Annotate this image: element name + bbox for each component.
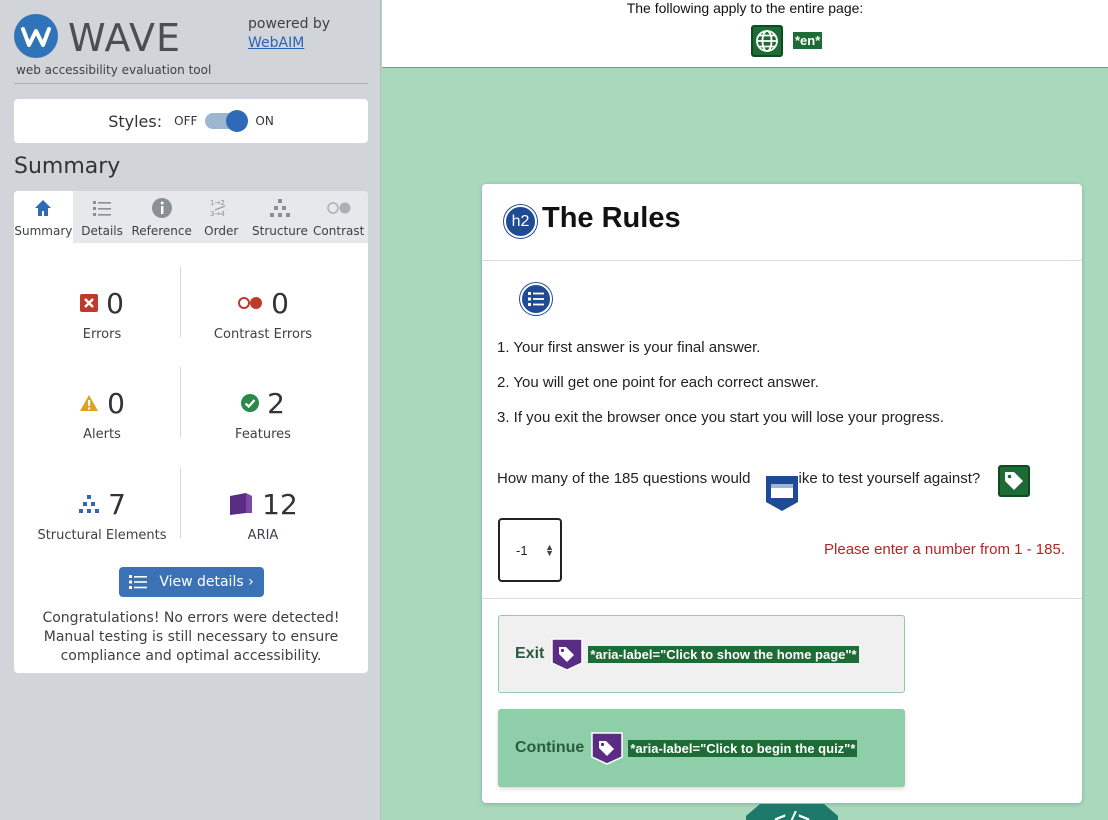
structural-label: Structural Elements (37, 528, 167, 543)
tab-reference[interactable]: Reference (131, 191, 192, 243)
divider (482, 598, 1082, 599)
tab-label: Contrast (313, 224, 365, 238)
wave-logo-text: WAVE (68, 16, 182, 60)
view-details-button[interactable]: View details › (119, 567, 264, 597)
contrast-icon (309, 195, 368, 221)
styles-label: Styles: (108, 111, 163, 131)
label-tag-icon[interactable] (998, 465, 1030, 497)
styles-off-label: OFF (174, 114, 198, 128)
continue-button[interactable]: Continue *aria-label="Click to begin the… (498, 709, 905, 787)
form-icon[interactable] (765, 475, 799, 512)
view-details-label: View details › (159, 574, 254, 590)
question-count-input[interactable]: -1 ▲ ▼ (498, 518, 562, 582)
tab-structure[interactable]: Structure (251, 191, 310, 243)
stat-alerts[interactable]: 0 Alerts (19, 383, 185, 442)
language-tag: *en* (793, 32, 823, 49)
features-label: Features (235, 427, 291, 442)
rule-item: 3. If you exit the browser once you star… (497, 409, 944, 426)
spinner-arrows-icon[interactable]: ▲ ▼ (545, 543, 554, 558)
page-level-bar: The following apply to the entire page: … (382, 0, 1108, 68)
aria-label-icon[interactable] (590, 731, 624, 765)
info-icon (131, 195, 191, 221)
styles-on-label: ON (255, 114, 274, 128)
errors-label: Errors (82, 327, 122, 342)
tab-order[interactable]: 1→2 3→4 Order (192, 191, 251, 243)
summary-title: Summary (14, 154, 121, 179)
svg-text:3→4: 3→4 (210, 210, 225, 218)
webaim-link[interactable]: WebAIM (248, 35, 304, 51)
styles-toggle[interactable] (205, 110, 249, 132)
powered-by-text: powered by (248, 16, 331, 32)
contrast-errors-count: 0 (271, 286, 289, 320)
powered-by: powered by WebAIM (248, 15, 330, 53)
continue-label: Continue (515, 739, 585, 756)
aria-label-tag: *aria-label="Click to begin the quiz"* (628, 739, 858, 757)
details-list-icon (73, 195, 132, 221)
errors-count: 0 (106, 286, 124, 320)
features-count: 2 (267, 386, 285, 420)
tab-label: Structure (252, 224, 308, 238)
alerts-label: Alerts (83, 427, 121, 442)
aria-icon (228, 492, 254, 516)
aria-label-icon[interactable] (550, 637, 584, 671)
rule-item: 2. You will get one point for each corre… (497, 374, 819, 391)
alerts-count: 0 (107, 386, 125, 420)
wave-logo-icon (14, 14, 58, 58)
order-icon: 1→2 3→4 (192, 195, 251, 221)
summary-stats: 0 Errors 0 Contrast Errors 0 Alerts 2 Fe… (14, 243, 368, 553)
ordered-list-icon[interactable] (520, 283, 552, 315)
card-header: h2 The Rules (482, 184, 1082, 261)
styles-toggle-box: Styles: OFF ON (14, 99, 368, 143)
svg-text:</>: </> (774, 807, 810, 820)
feature-icon (241, 394, 260, 412)
tab-label: Order (204, 224, 239, 238)
tab-details[interactable]: Details (73, 191, 132, 243)
stat-contrast-errors[interactable]: 0 Contrast Errors (180, 283, 346, 343)
error-icon (80, 294, 99, 312)
svg-text:1→2: 1→2 (210, 199, 225, 207)
aria-label-tag: *aria-label="Click to show the home page… (588, 645, 859, 663)
contrast-error-icon (237, 296, 263, 310)
rules-card: h2 The Rules 1. Your first answer is you… (482, 184, 1082, 803)
question-text-left: How many of the 185 questions would (497, 470, 751, 487)
page-title: The Rules (542, 202, 681, 234)
heading-h2-icon[interactable]: h2 (504, 205, 537, 238)
aria-count: 12 (262, 487, 298, 521)
question-label: How many of the 185 questions would ike t… (497, 470, 980, 487)
summary-panel: Summary Details Reference 1→2 3→4 Order S… (14, 191, 368, 673)
stat-aria[interactable]: 12 ARIA (180, 484, 346, 543)
tab-summary[interactable]: Summary (14, 191, 73, 243)
divider (14, 83, 368, 84)
tab-label: Summary (14, 224, 73, 238)
page-level-message: The following apply to the entire page: (626, 0, 864, 16)
question-text-right: ike to test yourself against? (798, 470, 981, 487)
wave-sidebar: WAVE web accessibility evaluation tool p… (0, 0, 381, 820)
stat-structural-elements[interactable]: 7 Structural Elements (19, 484, 185, 544)
language-globe-icon[interactable] (751, 25, 783, 57)
congrats-message: Congratulations! No errors were detected… (42, 610, 340, 664)
tab-label: Details (81, 224, 123, 238)
home-icon (14, 195, 73, 221)
structural-icon (78, 494, 100, 514)
tab-label: Reference (131, 224, 192, 238)
toggle-knob[interactable] (226, 110, 249, 132)
error-message: Please enter a number from 1 - 185. (824, 541, 1065, 558)
exit-label: Exit (515, 645, 545, 662)
wave-tagline: web accessibility evaluation tool (16, 63, 212, 77)
rule-item: 1. Your first answer is your final answe… (497, 339, 761, 356)
structural-count: 7 (108, 487, 126, 521)
question-count-value: -1 (516, 542, 528, 558)
wave-tabs: Summary Details Reference 1→2 3→4 Order S… (14, 191, 368, 243)
stat-features[interactable]: 2 Features (180, 383, 346, 443)
code-icon[interactable]: </> (746, 802, 838, 820)
stat-errors[interactable]: 0 Errors (19, 283, 185, 342)
exit-button[interactable]: Exit *aria-label="Click to show the home… (498, 615, 905, 693)
list-icon (129, 574, 148, 590)
structure-icon (251, 195, 310, 221)
aria-label: ARIA (247, 528, 279, 543)
contrast-errors-label: Contrast Errors (213, 327, 313, 342)
tab-contrast[interactable]: Contrast (309, 191, 368, 243)
alert-icon (79, 394, 99, 412)
